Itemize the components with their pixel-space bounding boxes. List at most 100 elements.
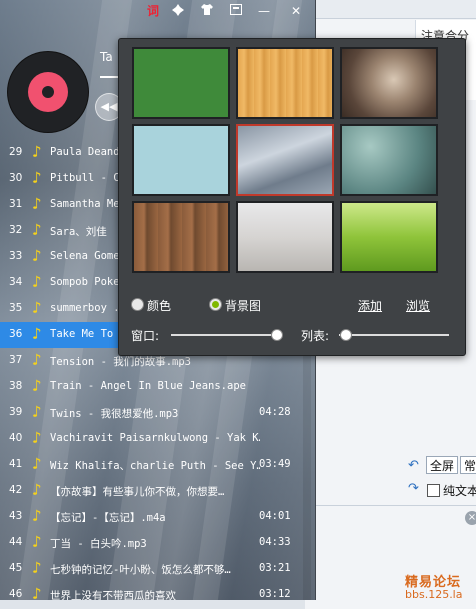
music-note-icon: ♪ (32, 532, 42, 551)
track-number: 31 (9, 198, 23, 210)
color-radio[interactable] (131, 298, 144, 311)
window-opacity-slider-knob[interactable] (270, 329, 283, 341)
vinyl-record-icon (8, 52, 88, 132)
color-label: 颜色 (147, 299, 172, 313)
playlist-row[interactable]: 44 ♪ 丁当 - 白头吟.mp3 04:33 (0, 530, 303, 556)
background-tab-strip (305, 0, 476, 19)
track-name: Vachiravit Paisarnkulwong - Yak K… (50, 432, 260, 444)
track-number: 43 (9, 510, 23, 522)
playlist-row[interactable]: 45 ♪ 七秒钟的记忆-叶小盼、饭怎么都不够… 03:21 (0, 556, 303, 582)
now-playing-title: Ta (100, 50, 113, 64)
music-note-icon: ♪ (32, 428, 42, 447)
track-number: 39 (9, 406, 23, 418)
track-number: 35 (9, 302, 23, 314)
track-number: 44 (9, 536, 23, 548)
track-duration: 04:33 (259, 536, 291, 548)
playlist-row[interactable]: 43 ♪ 【忘记】-【忘记】.m4a 04:01 (0, 504, 303, 530)
playlist-row[interactable]: 42 ♪ 【亦故事】有些事儿你不做，你想要… (0, 478, 303, 504)
fullscreen-button[interactable]: 全屏 (426, 456, 459, 474)
music-note-icon: ♪ (32, 220, 42, 239)
skin-thumbnail-wood-grain[interactable] (236, 47, 334, 119)
list-opacity-label: 列表: (301, 329, 330, 343)
watermark-url: bbs.125.la (405, 588, 463, 601)
list-opacity-slider[interactable] (339, 334, 449, 336)
music-note-icon: ♪ (32, 480, 42, 499)
redo-arrow-icon[interactable]: ↷ (408, 481, 419, 496)
music-note-icon: ♪ (32, 298, 42, 317)
add-link[interactable]: 添加 (358, 297, 382, 314)
background-divider (305, 505, 476, 506)
track-number: 46 (9, 588, 23, 600)
music-note-icon: ♪ (32, 376, 42, 395)
skin-thumbnail-water-drops[interactable] (340, 124, 438, 196)
skin-thumbnail-bamboo[interactable] (340, 201, 438, 273)
mini-mode-icon[interactable] (228, 4, 244, 18)
track-number: 34 (9, 276, 23, 288)
track-duration: 03:49 (259, 458, 291, 470)
window-opacity-slider[interactable] (171, 334, 281, 336)
minimize-icon[interactable]: — (256, 4, 272, 18)
track-number: 32 (9, 224, 23, 236)
track-name: 【亦故事】有些事儿你不做，你想要… (50, 486, 225, 498)
playback-progress[interactable] (100, 76, 120, 78)
playlist-row[interactable]: 38 ♪ Train - Angel In Blue Jeans.ape (0, 374, 303, 400)
track-name: 世界上没有不带西瓜的喜欢 (50, 590, 176, 600)
music-note-icon: ♪ (32, 142, 42, 161)
list-opacity-slider-knob[interactable] (339, 329, 352, 341)
skin-thumbnail-girl-white-dress[interactable] (236, 201, 334, 273)
browse-link[interactable]: 浏览 (406, 297, 430, 314)
puzzle-icon[interactable] (170, 4, 186, 18)
undo-arrow-icon[interactable]: ↶ (408, 458, 419, 473)
playlist-row[interactable]: 40 ♪ Vachiravit Paisarnkulwong - Yak K… (0, 426, 303, 452)
track-name: 丁当 - 白头吟.mp3 (50, 538, 147, 550)
track-duration: 04:28 (259, 406, 291, 418)
window-opacity-label: 窗口: (131, 329, 160, 343)
music-note-icon: ♪ (32, 324, 42, 343)
lyrics-button[interactable]: 词 (145, 4, 161, 18)
skin-selector-panel: 颜色 背景图 添加 浏览 窗口: 列表: (118, 38, 466, 356)
playlist-row[interactable]: 46 ♪ 世界上没有不带西瓜的喜欢 03:12 (0, 582, 303, 600)
track-name: 七秒钟的记忆-叶小盼、饭怎么都不够… (50, 564, 231, 576)
normal-button[interactable]: 常 (460, 456, 476, 474)
music-note-icon: ♪ (32, 272, 42, 291)
track-name: Tension - 我们的故事.mp3 (50, 356, 192, 368)
playlist-row[interactable]: 41 ♪ Wiz Khalifa、charlie Puth - See Y… 03:4… (0, 452, 303, 478)
track-duration: 03:21 (259, 562, 291, 574)
track-name: Twins - 我很想爱他.mp3 (50, 408, 179, 420)
track-number: 42 (9, 484, 23, 496)
skin-thumbnail-waterfall[interactable] (236, 124, 334, 196)
music-note-icon: ♪ (32, 584, 42, 600)
skin-thumbnail-chalkboard[interactable] (132, 47, 230, 119)
skin-thumbnail-portrait[interactable] (340, 47, 438, 119)
music-note-icon: ♪ (32, 402, 42, 421)
vinyl-hole (42, 86, 54, 98)
track-number: 33 (9, 250, 23, 262)
music-note-icon: ♪ (32, 506, 42, 525)
track-duration: 04:01 (259, 510, 291, 522)
skin-thumbnail-whale[interactable] (132, 124, 230, 196)
music-note-icon: ♪ (32, 454, 42, 473)
track-number: 38 (9, 380, 23, 392)
track-name: Wiz Khalifa、charlie Puth - See Y… (50, 460, 260, 472)
track-name: Train - Angel In Blue Jeans.ape (50, 380, 246, 392)
track-number: 40 (9, 432, 23, 444)
music-note-icon: ♪ (32, 194, 42, 213)
music-note-icon: ♪ (32, 558, 42, 577)
close-icon[interactable]: ✕ (288, 4, 304, 18)
music-note-icon: ♪ (32, 350, 42, 369)
shirt-icon[interactable] (199, 4, 215, 18)
track-number: 30 (9, 172, 23, 184)
background-image-radio[interactable] (209, 298, 222, 311)
plain-text-checkbox[interactable] (427, 484, 440, 497)
track-number: 29 (9, 146, 23, 158)
track-number: 45 (9, 562, 23, 574)
background-image-label: 背景图 (225, 299, 262, 313)
playlist-row[interactable]: 39 ♪ Twins - 我很想爱他.mp3 04:28 (0, 400, 303, 426)
music-note-icon: ♪ (32, 246, 42, 265)
close-icon[interactable]: × (465, 511, 476, 525)
track-duration: 03:12 (259, 588, 291, 600)
track-number: 37 (9, 354, 23, 366)
music-note-icon: ♪ (32, 168, 42, 187)
track-name: 【忘记】-【忘记】.m4a (50, 512, 166, 524)
skin-thumbnail-wood-planks[interactable] (132, 201, 230, 273)
